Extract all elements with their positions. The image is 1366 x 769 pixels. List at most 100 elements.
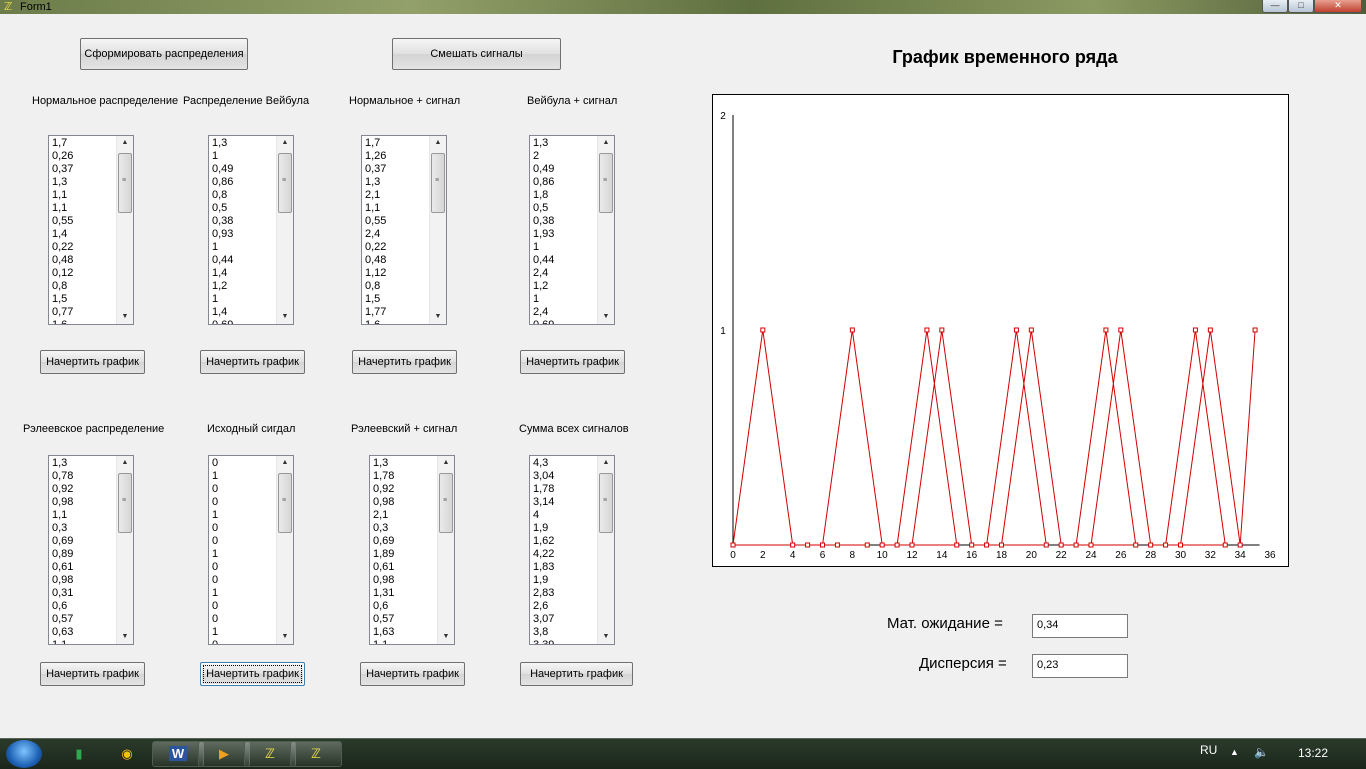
weibull-signal-listbox[interactable]: 1,3 2 0,49 0,86 1,8 0,5 0,38 1,93 1 0,44 2,4 1,2 1 2,… <box>529 135 615 325</box>
scroll-down-icon[interactable]: ▼ <box>438 630 454 644</box>
mean-field[interactable]: 0,34 <box>1032 614 1128 638</box>
scroll-thumb[interactable]: ≡ <box>599 153 613 213</box>
scroll-up-icon[interactable]: ▲ <box>598 136 614 150</box>
scroll-thumb[interactable]: ≡ <box>278 153 292 213</box>
series-line <box>732 329 1256 546</box>
x-tick-label: 34 <box>1235 550 1247 561</box>
scroll-down-icon[interactable]: ▼ <box>277 630 293 644</box>
scroll-down-icon[interactable]: ▼ <box>117 630 133 644</box>
minimize-button[interactable]: — <box>1262 0 1288 13</box>
data-point <box>879 542 885 548</box>
scroll-thumb[interactable]: ≡ <box>118 153 132 213</box>
data-point <box>1043 542 1049 548</box>
delphi-icon[interactable]: ℤ <box>244 741 296 767</box>
start-button[interactable] <box>6 740 42 768</box>
scrollbar[interactable]: ▲ ≡ ▼ <box>116 136 133 324</box>
plot-weibull-button[interactable]: Начертить график <box>200 350 305 374</box>
scroll-down-icon[interactable]: ▼ <box>277 310 293 324</box>
x-tick-label: 24 <box>1085 550 1097 561</box>
data-point <box>864 542 870 548</box>
plot-sum-signals-button[interactable]: Начертить график <box>520 662 633 686</box>
rayleigh-label: Рэлеевское распределение <box>23 423 165 435</box>
mix-signals-button[interactable]: Смешать сигналы <box>392 38 561 70</box>
x-tick-label: 28 <box>1145 550 1157 561</box>
word-icon[interactable]: W <box>152 741 204 767</box>
scrollbar[interactable]: ▲ ≡ ▼ <box>276 456 293 644</box>
data-point <box>834 542 840 548</box>
x-tick-label: 2 <box>760 550 766 561</box>
plot-normal-signal-button[interactable]: Начертить график <box>352 350 457 374</box>
plot-source-signal-button[interactable]: Начертить график <box>200 662 305 686</box>
scroll-thumb[interactable]: ≡ <box>599 473 613 533</box>
scrollbar[interactable]: ▲ ≡ ▼ <box>597 456 614 644</box>
media-icon[interactable]: ▶ <box>198 741 250 767</box>
variance-field[interactable]: 0,23 <box>1032 654 1128 678</box>
chrome-icon[interactable]: ◉ <box>112 741 142 767</box>
data-point <box>969 542 975 548</box>
scrollbar[interactable]: ▲ ≡ ▼ <box>276 136 293 324</box>
normal-label: Нормальное распределение <box>32 95 179 107</box>
normal-listbox[interactable]: 1,7 0,26 0,37 1,3 1,1 1,1 0,55 1,4 0,22 0,48 0,12 0… <box>48 135 134 325</box>
scrollbar[interactable]: ▲ ≡ ▼ <box>437 456 454 644</box>
scroll-up-icon[interactable]: ▲ <box>430 136 446 150</box>
scroll-down-icon[interactable]: ▼ <box>598 310 614 324</box>
scroll-down-icon[interactable]: ▼ <box>117 310 133 324</box>
scroll-up-icon[interactable]: ▲ <box>277 136 293 150</box>
scrollbar[interactable]: ▲ ≡ ▼ <box>116 456 133 644</box>
x-tick-label: 10 <box>877 550 889 561</box>
close-button[interactable]: ✕ <box>1314 0 1362 13</box>
data-point <box>790 542 796 548</box>
rayleigh-listbox[interactable]: 1,3 0,78 0,92 0,98 1,1 0,3 0,69 0,89 0,61 0,98 0,3… <box>48 455 134 645</box>
y-tick-label: 1 <box>720 326 726 337</box>
plot-rayleigh-button[interactable]: Начертить график <box>40 662 145 686</box>
data-point <box>1207 327 1213 333</box>
scroll-up-icon[interactable]: ▲ <box>117 136 133 150</box>
sum-signals-listbox[interactable]: 4,3 3,04 1,78 3,14 4 1,9 1,62 4,22 1,83 1,9 2,83 2,… <box>529 455 615 645</box>
normal-signal-listbox[interactable]: 1,7 1,26 0,37 1,3 2,1 1,1 0,55 2,4 0,22 0,48 1,12 0… <box>361 135 447 325</box>
plot-rayleigh-signal-button[interactable]: Начертить график <box>360 662 465 686</box>
x-tick-label: 26 <box>1115 550 1127 561</box>
time-series-chart: 120 2 4 6 8 10 12 14 16 18 20 22 24 26 28 30 32 34 36 <box>720 111 1276 561</box>
data-point <box>1013 327 1019 333</box>
data-point <box>1058 542 1064 548</box>
clock: 13:22 <box>1298 746 1329 760</box>
plot-weibull-signal-button[interactable]: Начертить график <box>520 350 625 374</box>
scroll-thumb[interactable]: ≡ <box>439 473 453 533</box>
x-tick-label: 18 <box>996 550 1008 561</box>
tray-arrow-icon[interactable]: ▲ <box>1230 747 1239 757</box>
scrollbar[interactable]: ▲ ≡ ▼ <box>597 136 614 324</box>
scroll-down-icon[interactable]: ▼ <box>598 630 614 644</box>
x-tick-label: 4 <box>790 550 796 561</box>
language-indicator[interactable]: RU <box>1200 743 1217 757</box>
x-tick-label: 20 <box>1026 550 1038 561</box>
volume-icon[interactable]: 🔈 <box>1254 745 1269 759</box>
variance-label: Дисперсия = <box>919 655 1007 672</box>
data-point <box>820 542 825 548</box>
data-point <box>954 542 960 548</box>
scrollbar[interactable]: ▲ ≡ ▼ <box>429 136 446 324</box>
plot-normal-button[interactable]: Начертить график <box>40 350 145 374</box>
x-tick-label: 30 <box>1175 550 1187 561</box>
scroll-thumb[interactable]: ≡ <box>431 153 445 213</box>
data-point <box>1088 542 1094 548</box>
delphi-icon[interactable]: ℤ <box>290 741 342 767</box>
data-point <box>909 542 915 548</box>
source-signal-listbox[interactable]: 010010010010010 ▲ ≡ ▼ <box>208 455 294 645</box>
data-point <box>1148 542 1154 548</box>
scroll-up-icon[interactable]: ▲ <box>117 456 133 470</box>
scroll-thumb[interactable]: ≡ <box>118 473 132 533</box>
scroll-thumb[interactable]: ≡ <box>278 473 292 533</box>
excel-icon[interactable]: ▮ <box>64 741 94 767</box>
scroll-down-icon[interactable]: ▼ <box>430 310 446 324</box>
data-point <box>1028 327 1034 333</box>
rayleigh-signal-listbox[interactable]: 1,3 1,78 0,92 0,98 2,1 0,3 0,69 1,89 0,61 0,98 1,3… <box>369 455 455 645</box>
data-point <box>1163 542 1169 548</box>
maximize-button[interactable]: □ <box>1288 0 1314 13</box>
generate-distributions-button[interactable]: Сформировать распределения <box>80 38 248 70</box>
weibull-listbox[interactable]: 1,3 1 0,49 0,86 0,8 0,5 0,38 0,93 1 0,44 1,4 1,2 1 1,… <box>208 135 294 325</box>
chart-panel: 1 2 0 2 4 6 8 10 12 14 16 18 20 22 24 26 28 30 32 34 36 <box>712 94 1289 567</box>
scroll-up-icon[interactable]: ▲ <box>438 456 454 470</box>
scroll-up-icon[interactable]: ▲ <box>277 456 293 470</box>
scroll-up-icon[interactable]: ▲ <box>598 456 614 470</box>
rayleigh-signal-label: Рэлеевский + сигнал <box>351 423 458 435</box>
